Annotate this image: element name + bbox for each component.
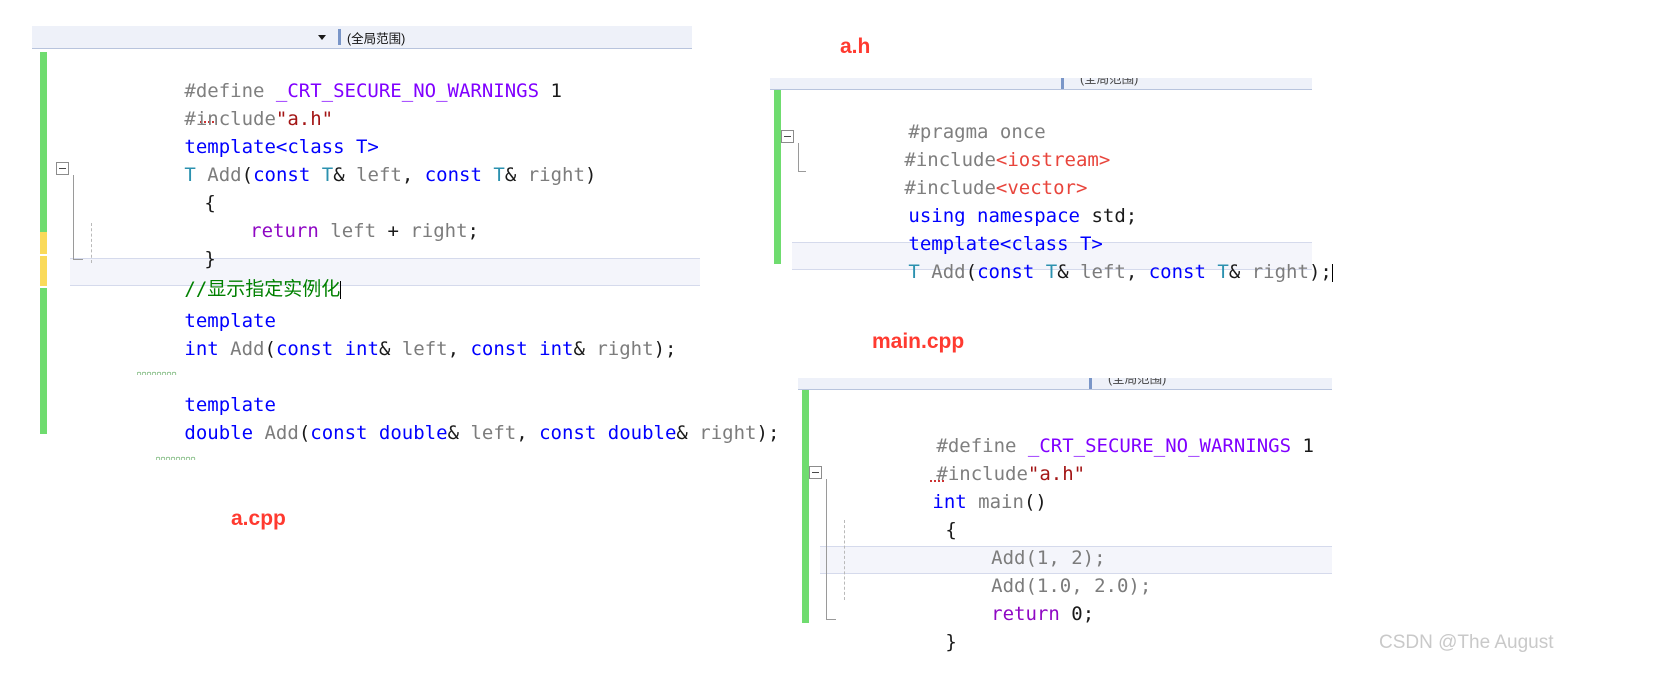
code-line[interactable]: double Add(const double& left, const dou…	[70, 391, 779, 475]
maincpp-editor-header: (全局范围)	[798, 378, 1332, 390]
header-divider	[338, 29, 341, 45]
ah-scope-label[interactable]: (全局范围)	[1080, 78, 1138, 87]
annotation-label-ah: a.h	[840, 35, 871, 58]
gutter-mark-green	[40, 52, 47, 232]
ah-editor-header: (全局范围)	[770, 78, 1312, 90]
token-return: return	[991, 603, 1060, 625]
ah-code-area[interactable]: #pragma once #include<iostream> #include…	[770, 90, 1333, 283]
text-caret	[1331, 264, 1333, 282]
token-const: const	[424, 164, 482, 186]
editor-panel-maincpp: (全局范围) #define _CRT_SECURE_NO_WARNINGS 1…	[798, 378, 1332, 653]
maincpp-scope-label[interactable]: (全局范围)	[1108, 378, 1166, 387]
token-arg-right: right	[699, 422, 757, 444]
token-arg-left: left	[1080, 261, 1126, 283]
token-type-T: T	[908, 261, 920, 283]
gutter-mark-green	[774, 90, 781, 264]
token-int: int	[539, 338, 574, 360]
token-const: const	[275, 338, 334, 360]
gutter-mark-yellow	[40, 256, 47, 286]
token-arg-left: left	[470, 422, 517, 444]
token-const: const	[539, 422, 597, 444]
editor-panel-ah: (全局范围) #pragma once #include<iostream> #…	[770, 78, 1333, 283]
token-arg-right: right	[410, 220, 468, 242]
acpp-change-gutter	[40, 49, 47, 434]
token-const: const	[977, 261, 1035, 283]
acpp-scope-combo-left[interactable]	[32, 26, 332, 48]
token-const: const	[253, 164, 311, 186]
code-line-current[interactable]: T Add(const T& left, const T& right);	[794, 230, 1333, 314]
header-divider	[1061, 78, 1064, 89]
maincpp-code-area[interactable]: #define _CRT_SECURE_NO_WARNINGS 1 #inclu…	[798, 390, 1332, 653]
token-type-T: T	[321, 164, 334, 186]
token-double: double	[184, 422, 254, 444]
gutter-mark-green	[802, 390, 809, 623]
token-arg-left: left	[356, 164, 402, 186]
token-arg-left: left	[330, 220, 377, 242]
token-arg-right: right	[527, 164, 585, 186]
csdn-watermark: CSDN @The August	[1379, 632, 1554, 653]
annotation-label-maincpp: main.cpp	[872, 330, 965, 353]
token-fn-Add: Add	[230, 338, 265, 360]
token-fn-main: main	[978, 491, 1024, 513]
token-type-T: T	[493, 164, 505, 186]
token-int: int	[184, 338, 219, 360]
text-caret	[340, 281, 342, 299]
screenshot-root: (全局范围) #define _CRT_SECURE_NO_WARNINGS 1…	[0, 0, 1655, 699]
token-const: const	[470, 338, 528, 360]
token-return: return	[250, 220, 319, 242]
token-double: double	[607, 422, 677, 444]
acpp-code-area[interactable]: #define _CRT_SECURE_NO_WARNINGS 1 #inclu…	[32, 49, 779, 460]
token-fn-Add: Add	[931, 261, 966, 283]
ah-change-gutter	[774, 90, 781, 264]
annotation-label-acpp: a.cpp	[231, 507, 286, 530]
acpp-scope-label[interactable]: (全局范围)	[347, 28, 405, 47]
token-arg-right: right	[1251, 261, 1309, 283]
token-type-T: T	[1217, 261, 1229, 283]
gutter-mark-green	[40, 288, 47, 434]
code-line[interactable]: }	[831, 600, 957, 684]
token-const: const	[310, 422, 368, 444]
maincpp-change-gutter	[802, 390, 809, 623]
token-close-brace: }	[945, 631, 957, 653]
token-fn-Add: Add	[264, 422, 299, 444]
token-one: 1	[1302, 435, 1314, 457]
code-line-blank[interactable]	[70, 335, 81, 363]
token-one: 1	[550, 80, 562, 102]
token-arg-right: right	[596, 338, 654, 360]
chevron-down-icon	[318, 34, 326, 40]
header-divider	[1089, 378, 1092, 389]
token-arg-left: left	[401, 338, 448, 360]
token-double: double	[378, 422, 448, 444]
token-const: const	[1148, 261, 1206, 283]
token-zero: 0	[1071, 603, 1083, 625]
editor-panel-acpp: (全局范围) #define _CRT_SECURE_NO_WARNINGS 1…	[32, 26, 779, 460]
fold-collapse-box[interactable]	[56, 162, 69, 175]
token-type-T: T	[1045, 261, 1058, 283]
gutter-mark-yellow	[40, 232, 47, 254]
acpp-editor-header: (全局范围)	[32, 26, 692, 49]
token-int: int	[344, 338, 379, 360]
